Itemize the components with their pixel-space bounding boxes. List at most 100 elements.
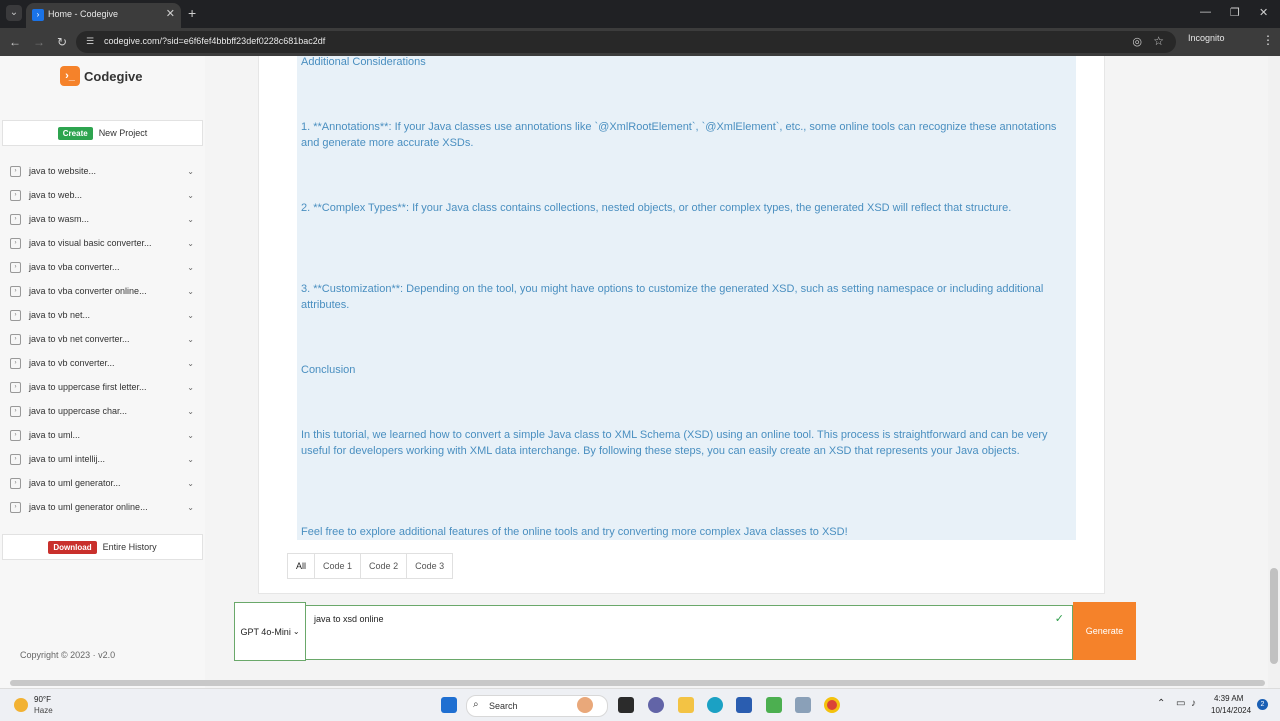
response-paragraph: Feel free to explore additional features… [301,526,848,538]
history-item-label: java to uml generator... [29,478,121,488]
history-item[interactable]: › java to vb net... ⌄ [10,305,194,325]
new-tab-icon[interactable]: + [188,5,196,21]
new-project-label: New Project [98,128,148,138]
scrollbar-thumb[interactable] [1270,568,1278,664]
store-icon[interactable] [736,697,752,713]
history-item[interactable]: › java to uppercase char... ⌄ [10,401,194,421]
tray-chevron-icon[interactable]: ⌃ [1157,698,1165,709]
tab-code-1[interactable]: Code 1 [314,554,360,578]
restore-icon[interactable]: ❐ [1230,6,1240,19]
history-item[interactable]: › java to vb converter... ⌄ [10,353,194,373]
network-icon[interactable]: ▭ [1176,698,1185,709]
history-item[interactable]: › java to web... ⌄ [10,185,194,205]
chevron-down-icon[interactable]: ⌄ [187,383,194,392]
chevron-down-icon[interactable]: ⌄ [187,215,194,224]
clock-time[interactable]: 4:39 AM [1214,694,1243,703]
model-select[interactable]: GPT 4o-Mini ⌄ [234,602,306,661]
site-info-icon[interactable]: ☰ [86,36,94,47]
terminal-icon: › [10,237,21,249]
history-item[interactable]: › java to uml generator online... ⌄ [10,497,194,517]
notepad-icon[interactable] [766,697,782,713]
reload-icon[interactable]: ↻ [57,35,67,49]
history-item[interactable]: › java to website... ⌄ [10,161,194,181]
brand-logo[interactable]: ›_ Codegive [60,66,143,86]
history-item-label: java to vb converter... [29,358,115,368]
notification-badge[interactable]: 2 [1257,699,1268,710]
chevron-down-icon[interactable]: ⌄ [187,407,194,416]
history-item-label: java to vba converter online... [29,286,147,296]
tab-list-chevron-icon[interactable]: ⌄ [6,5,22,21]
weather-condition[interactable]: Haze [34,706,53,715]
history-item[interactable]: › java to uml intellij... ⌄ [10,449,194,469]
edge-browser-icon[interactable] [707,697,723,713]
tab-close-icon[interactable]: ✕ [166,7,175,20]
chevron-down-icon[interactable]: ⌄ [187,455,194,464]
url-field[interactable]: ☰ codegive.com/?sid=e6f6fef4bbbff23def02… [76,31,1176,53]
weather-sun-icon[interactable] [14,698,28,712]
window-close-icon[interactable]: ✕ [1259,6,1268,19]
history-item[interactable]: › java to vb net converter... ⌄ [10,329,194,349]
chat-icon[interactable] [648,697,664,713]
terminal-icon: › [10,429,21,441]
generate-button[interactable]: Generate [1073,602,1136,660]
url-text[interactable]: codegive.com/?sid=e6f6fef4bbbff23def0228… [104,36,325,46]
volume-icon[interactable]: ♪ [1191,698,1196,709]
chevron-down-icon[interactable]: ⌄ [187,479,194,488]
forward-icon[interactable]: → [33,35,45,49]
weather-temp[interactable]: 90°F [34,695,51,704]
page-viewport: ›_ Codegive Create New Project › java to … [0,56,1280,688]
copyright-text: Copyright © 2023 · v2.0 [20,650,116,660]
history-item-label: java to uml... [29,430,81,440]
model-select-value: GPT 4o-Mini [240,626,291,637]
history-item[interactable]: › java to uml generator... ⌄ [10,473,194,493]
chevron-down-icon[interactable]: ⌄ [187,263,194,272]
history-item[interactable]: › java to uml... ⌄ [10,425,194,445]
code-tabs: All Code 1 Code 2 Code 3 [287,553,454,579]
tab-code-2[interactable]: Code 2 [360,554,406,578]
terminal-icon: › [10,477,21,489]
history-item[interactable]: › java to vba converter... ⌄ [10,257,194,277]
incognito-indicator[interactable]: Incognito [1188,33,1225,43]
eye-off-icon[interactable]: ◎ [1132,35,1142,48]
prompt-input[interactable]: java to xsd online ✓ [305,605,1073,660]
windows-start-icon[interactable] [441,697,457,713]
chevron-down-icon[interactable]: ⌄ [187,503,194,512]
chevron-down-icon[interactable]: ⌄ [187,335,194,344]
response-paragraph: 1. **Annotations**: If your Java classes… [301,121,1057,149]
back-icon[interactable]: ← [9,35,21,49]
codegive-logo-icon: ›_ [60,66,80,86]
chevron-down-icon[interactable]: ⌄ [187,239,194,248]
chevron-down-icon[interactable]: ⌄ [187,287,194,296]
download-history-button[interactable]: Download Entire History [2,534,203,560]
chevron-down-icon[interactable]: ⌄ [187,359,194,368]
address-bar-row: ← → ↻ ☰ codegive.com/?sid=e6f6fef4bbbff2… [0,28,1280,56]
browser-menu-icon[interactable]: ⋮ [1262,33,1274,47]
chevron-down-icon[interactable]: ⌄ [187,431,194,440]
search-highlight-icon[interactable] [577,697,593,713]
bookmark-star-icon[interactable]: ☆ [1153,34,1164,48]
history-item-label: java to uppercase first letter... [29,382,147,392]
history-item[interactable]: › java to visual basic converter... ⌄ [10,233,194,253]
chevron-down-icon[interactable]: ⌄ [187,191,194,200]
browser-tab-bar: ⌄ › Home - Codegive ✕ + — ❐ ✕ [0,0,1280,28]
history-item[interactable]: › java to uppercase first letter... ⌄ [10,377,194,397]
history-item[interactable]: › java to vba converter online... ⌄ [10,281,194,301]
horizontal-scrollbar[interactable] [10,680,1265,686]
terminal-icon: › [10,189,21,201]
prompt-text[interactable]: java to xsd online [314,614,384,624]
file-explorer-icon[interactable] [678,697,694,713]
browser-tab[interactable]: › Home - Codegive ✕ [26,3,181,28]
new-project-button[interactable]: Create New Project [2,120,203,146]
terminal-icon: › [10,501,21,513]
history-item[interactable]: › java to wasm... ⌄ [10,209,194,229]
task-view-icon[interactable] [618,697,634,713]
chrome-icon[interactable] [824,697,840,713]
chevron-down-icon[interactable]: ⌄ [187,167,194,176]
remote-desktop-icon[interactable] [795,697,811,713]
tab-code-3[interactable]: Code 3 [406,554,452,578]
tab-all[interactable]: All [288,554,314,578]
history-item-label: java to website... [29,166,97,176]
chevron-down-icon[interactable]: ⌄ [187,311,194,320]
clock-date[interactable]: 10/14/2024 [1211,706,1251,715]
minimize-icon[interactable]: — [1200,6,1211,18]
